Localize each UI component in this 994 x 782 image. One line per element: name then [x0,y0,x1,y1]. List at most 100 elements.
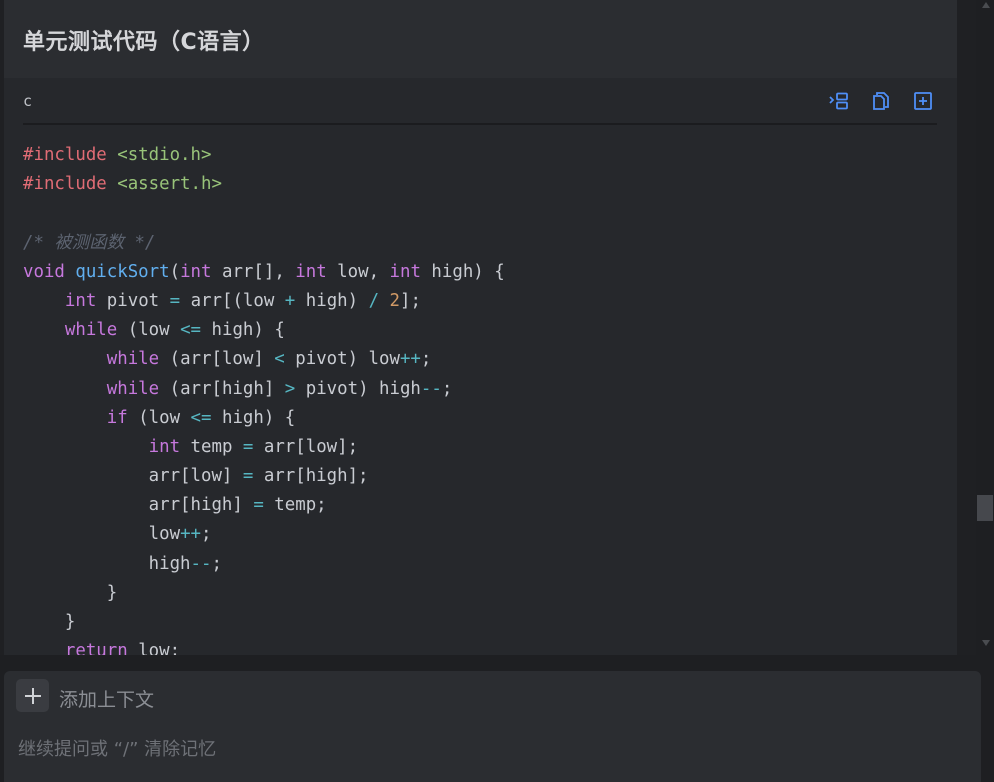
code-token: pivot) low [284,349,400,370]
code-token: ; [211,553,222,574]
code-line: return low; [23,637,505,655]
scroll-up-arrow-icon[interactable] [982,2,990,8]
code-token: #include [23,145,118,165]
add-file-icon[interactable] [912,90,934,112]
code-token: int [148,436,181,457]
code-line: if (low <= high) { [23,404,505,433]
code-token: int [389,261,421,282]
code-token: arr[(low [180,290,285,311]
code-token: high) { [420,261,505,282]
code-token: /* 被测函数 */ [23,232,156,253]
code-token: ; [201,524,212,545]
scroll-down-arrow-icon[interactable] [982,640,990,646]
code-token: ]; [400,290,421,311]
code-token: quickSort [75,261,170,282]
code-line: void quickSort(int arr[], int low, int h… [23,258,505,287]
code-token: (arr[high] [159,378,285,399]
section-heading: 单元测试代码（C语言） [23,30,265,55]
code-token: -- [190,553,212,574]
code-line: int temp = arr[low]; [23,433,505,462]
code-token: high) [295,290,369,311]
code-token: low; [127,641,181,655]
code-token: low, [326,261,390,282]
code-token: ; [420,349,432,370]
chat-input-field[interactable] [16,733,960,765]
code-token: if [106,407,128,428]
code-token: high) { [211,407,296,428]
code-token: <stdio.h> [117,145,212,165]
code-token: arr[high] [23,495,254,516]
code-token: / [368,290,380,311]
code-token: while [64,320,118,341]
code-token: ++ [180,524,202,545]
code-token: arr[low] [23,466,243,487]
code-token: 2 [389,290,401,311]
code-token: } [23,612,76,632]
copy-icon[interactable] [870,90,892,112]
code-line: arr[low] = arr[high]; [23,462,505,491]
code-token: arr[high]; [253,466,369,487]
scroll-thumb[interactable] [977,495,993,521]
code-token: void [23,261,76,282]
code-token: pivot [96,290,170,311]
chat-input-area: 添加上下文 [4,671,981,782]
vertical-scrollbar[interactable] [976,0,994,655]
code-token: #include [23,174,118,195]
code-line: } [23,608,505,637]
code-token: while [106,349,160,370]
code-token: high [23,553,191,574]
add-context-button[interactable] [16,679,49,712]
code-line: high--; [23,550,505,579]
code-token: high) { [201,320,285,341]
code-header-divider [23,123,937,125]
panel-right-edge [957,0,976,655]
code-token: int [64,290,97,311]
code-token: pivot) high [295,378,421,399]
code-line: while (arr[low] < pivot) low++; [23,345,505,374]
chat-panel: 单元测试代码（C语言） c #include <stdio.h> #includ… [0,0,976,655]
code-token: <= [180,320,202,341]
code-line: while (arr[high] > pivot) high--; [23,375,505,404]
code-line: #include <stdio.h> [23,141,505,170]
code-token: < [274,349,285,370]
code-line: arr[high] = temp; [23,491,505,520]
code-line: /* 被测函数 */ [23,229,505,258]
code-token: = [169,290,181,311]
code-token: int [295,261,327,282]
code-token: (low [117,320,181,341]
code-token: temp; [263,495,327,516]
code-language-label: c [23,92,33,110]
code-content: #include <stdio.h> #include <assert.h> /*… [23,141,505,655]
code-line: } [23,579,505,608]
code-line: while (low <= high) { [23,316,505,345]
code-line: int pivot = arr[(low + high) / 2]; [23,287,505,316]
code-token: return [64,641,128,655]
code-token: -- [420,378,442,399]
code-token: ++ [399,349,421,370]
code-token: arr[low]; [253,436,359,457]
add-context-label[interactable]: 添加上下文 [59,685,154,712]
code-token: ; [441,378,453,399]
code-token: low [23,524,181,545]
code-token: (low [127,407,191,428]
insert-code-icon[interactable] [828,90,850,112]
code-token: = [242,466,254,487]
code-token: temp [180,436,243,457]
code-token: > [284,378,296,399]
code-token: = [253,495,264,516]
code-line: low++; [23,520,505,549]
code-line: #include <assert.h> [23,170,505,199]
code-token: int [180,261,212,282]
plus-icon [24,687,41,704]
code-block: c #include <stdio.h> #include <assert.h>… [4,78,957,655]
code-token: ( [169,261,181,282]
code-token: while [106,378,160,399]
